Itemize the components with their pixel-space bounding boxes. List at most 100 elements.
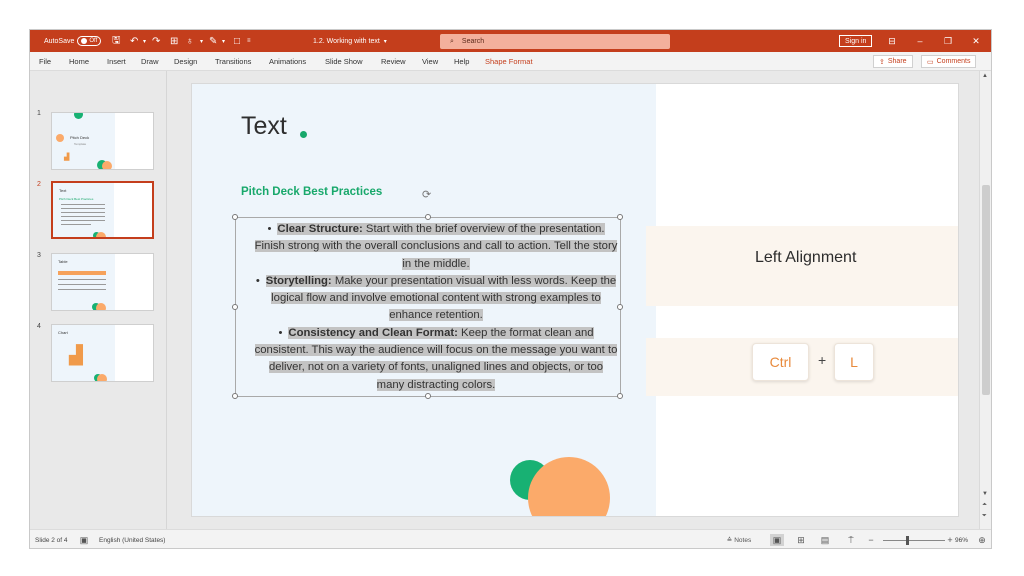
- autosave-toggle[interactable]: Off: [77, 36, 102, 46]
- thumbnail-subtitle: Template: [74, 142, 87, 146]
- orange-dot-icon: [56, 134, 64, 142]
- autosave-state: Off: [89, 38, 98, 44]
- tab-animations[interactable]: Animations: [269, 57, 306, 66]
- slide-thumbnail-2[interactable]: Text Pitch Deck Best Practices: [51, 181, 154, 239]
- table-line: [58, 289, 106, 290]
- powerpoint-window: AutoSave Off 🖫 ↶ ▾ ↷ ⊞ ♁ ▾ ✎ ▾ □ ≡ 1.2. …: [29, 29, 992, 549]
- bullet-heading: Consistency and Clean Format:: [288, 326, 458, 339]
- thumbnail-number: 4: [37, 323, 41, 330]
- zoom-out-icon[interactable]: −: [864, 534, 878, 546]
- ribbon-display-icon[interactable]: ⊟: [878, 30, 906, 52]
- notes-button[interactable]: ≙ Notes: [722, 534, 756, 546]
- vertical-scrollbar[interactable]: ▲ ▼ ⏶ ⏷: [979, 71, 991, 529]
- pen-dropdown-icon[interactable]: ▾: [222, 30, 225, 52]
- doc-title-text: 1.2. Working with text: [313, 37, 380, 45]
- tab-shape-format[interactable]: Shape Format: [485, 57, 533, 66]
- bullet-item: • Storytelling: Make your presentation vi…: [255, 274, 617, 322]
- fit-slide-icon[interactable]: ⊕: [975, 534, 989, 546]
- thumbnail-number: 2: [37, 181, 41, 188]
- tab-design[interactable]: Design: [174, 57, 197, 66]
- slide-2[interactable]: Text Pitch Deck Best Practices ⟳ • Clear …: [191, 83, 959, 517]
- tab-view[interactable]: View: [422, 57, 438, 66]
- spelling-check-icon[interactable]: ▣: [77, 534, 91, 546]
- resize-handle[interactable]: [425, 214, 431, 220]
- tab-file[interactable]: File: [39, 57, 51, 66]
- text-line: [61, 204, 105, 205]
- scrollbar-thumb[interactable]: [982, 185, 990, 395]
- slide-thumbnail-1[interactable]: Pitch Deck Template ▟: [51, 112, 154, 170]
- orange-dot-icon: [96, 303, 106, 310]
- share-icon: ⇪: [879, 58, 885, 66]
- thumbnail-title: Chart: [58, 330, 68, 335]
- resize-handle[interactable]: [232, 393, 238, 399]
- table-line: [58, 279, 106, 280]
- next-slide-icon[interactable]: ⏷: [982, 513, 987, 520]
- search-box[interactable]: ⌕ Search: [440, 34, 670, 49]
- bar-chart-icon: ▟: [69, 345, 83, 365]
- bullet-item: • Consistency and Clean Format: Keep the …: [254, 326, 618, 391]
- sign-in-button[interactable]: Sign in: [839, 35, 873, 47]
- rotate-handle-icon[interactable]: ⟳: [422, 188, 431, 201]
- tab-insert[interactable]: Insert: [107, 57, 126, 66]
- tab-review[interactable]: Review: [381, 57, 406, 66]
- tab-draw[interactable]: Draw: [141, 57, 159, 66]
- ribbon-tabs: File Home Insert Draw Design Transitions…: [30, 52, 991, 71]
- autosave-control[interactable]: AutoSave Off: [44, 30, 102, 52]
- chart-icon: ▟: [64, 154, 70, 161]
- thumbnail-subtitle: Pitch Deck Best Practices: [59, 197, 94, 201]
- bullet-heading: Clear Structure:: [277, 223, 363, 235]
- restore-icon[interactable]: ❐: [934, 30, 962, 52]
- slide-thumbnail-3[interactable]: Table: [51, 253, 154, 311]
- zoom-slider-thumb[interactable]: [906, 536, 909, 545]
- tab-help[interactable]: Help: [454, 57, 469, 66]
- slide-body-text[interactable]: • Clear Structure: Start with the brief o…: [254, 221, 618, 394]
- language-indicator[interactable]: English (United States): [99, 537, 165, 544]
- reading-view-icon[interactable]: ▤: [818, 534, 832, 546]
- resize-handle[interactable]: [617, 214, 623, 220]
- tab-transitions[interactable]: Transitions: [215, 57, 251, 66]
- comments-label: Comments: [936, 58, 971, 65]
- toggle-knob: [81, 38, 88, 44]
- title-bar: AutoSave Off 🖫 ↶ ▾ ↷ ⊞ ♁ ▾ ✎ ▾ □ ≡ 1.2. …: [30, 30, 991, 52]
- pen-icon[interactable]: ✎: [209, 30, 217, 52]
- slide-editor-canvas: Text Pitch Deck Best Practices ⟳ • Clear …: [168, 71, 978, 529]
- slide-subtitle[interactable]: Pitch Deck Best Practices: [241, 186, 382, 198]
- orange-dot-icon: [102, 161, 112, 169]
- slide-show-icon[interactable]: ⍑: [844, 534, 858, 546]
- normal-view-icon[interactable]: ▣: [770, 534, 784, 546]
- presenter-icon[interactable]: ⊞: [170, 30, 178, 52]
- resize-handle[interactable]: [232, 214, 238, 220]
- scroll-down-icon[interactable]: ▼: [982, 491, 988, 497]
- previous-slide-icon[interactable]: ⏶: [982, 502, 987, 509]
- qat-dropdown-icon[interactable]: ▾: [200, 30, 203, 52]
- scroll-up-icon[interactable]: ▲: [982, 73, 988, 79]
- zoom-level[interactable]: 96%: [955, 537, 968, 544]
- share-button[interactable]: ⇪ Share: [873, 55, 913, 68]
- comment-icon: ▭: [927, 58, 934, 66]
- format-painter-icon[interactable]: ♁: [186, 30, 194, 52]
- slide-sorter-icon[interactable]: ⊞: [794, 534, 808, 546]
- customize-qat-icon[interactable]: ≡: [247, 30, 251, 52]
- slide-title[interactable]: Text: [241, 112, 287, 141]
- notes-icon: ≙: [726, 537, 733, 544]
- table-header: [58, 271, 106, 275]
- redo-icon[interactable]: ↷: [152, 30, 160, 52]
- thumbnail-title: Text: [59, 188, 67, 193]
- undo-dropdown-icon[interactable]: ▾: [143, 30, 146, 52]
- title-dot: [300, 131, 307, 138]
- tab-home[interactable]: Home: [69, 57, 89, 66]
- undo-icon[interactable]: ↶: [130, 30, 138, 52]
- resize-handle[interactable]: [232, 304, 238, 310]
- text-line: [61, 216, 105, 217]
- document-title[interactable]: 1.2. Working with text ▾: [313, 30, 387, 52]
- status-bar: Slide 2 of 4 ▣ English (United States) ≙…: [30, 529, 991, 548]
- slide-thumbnail-4[interactable]: Chart ▟: [51, 324, 154, 382]
- tab-slide-show[interactable]: Slide Show: [325, 57, 363, 66]
- close-icon[interactable]: ✕: [962, 30, 990, 52]
- comments-button[interactable]: ▭ Comments: [921, 55, 977, 68]
- shape-icon[interactable]: □: [234, 30, 240, 52]
- slide-thumbnail-pane: 1 Pitch Deck Template ▟ 2 Text Pitch Dec…: [30, 71, 167, 529]
- save-icon[interactable]: 🖫: [112, 30, 121, 52]
- zoom-slider-track[interactable]: [883, 540, 945, 541]
- minimize-icon[interactable]: –: [906, 30, 934, 52]
